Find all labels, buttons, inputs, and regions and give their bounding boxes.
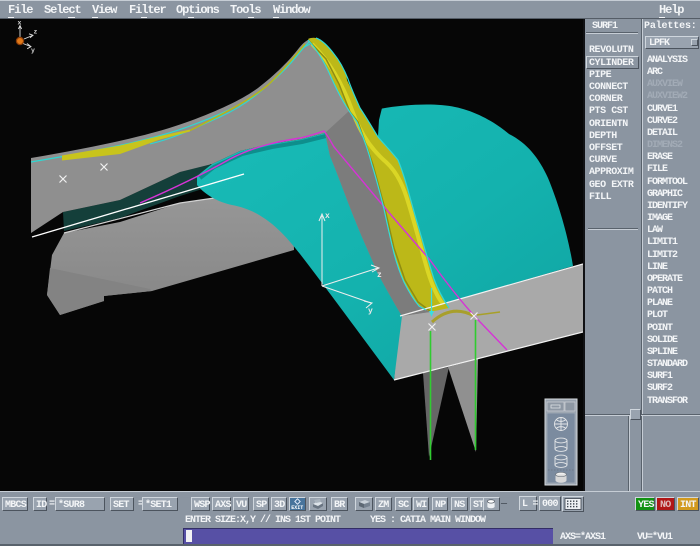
svg-text:x: x xyxy=(18,20,22,27)
svg-text:y: y xyxy=(31,47,35,54)
svg-text:z: z xyxy=(377,271,382,280)
svg-text:y: y xyxy=(368,307,373,316)
svg-text:x: x xyxy=(325,212,330,221)
svg-text:EXIT: EXIT xyxy=(291,505,303,510)
svg-text:z: z xyxy=(34,29,38,36)
